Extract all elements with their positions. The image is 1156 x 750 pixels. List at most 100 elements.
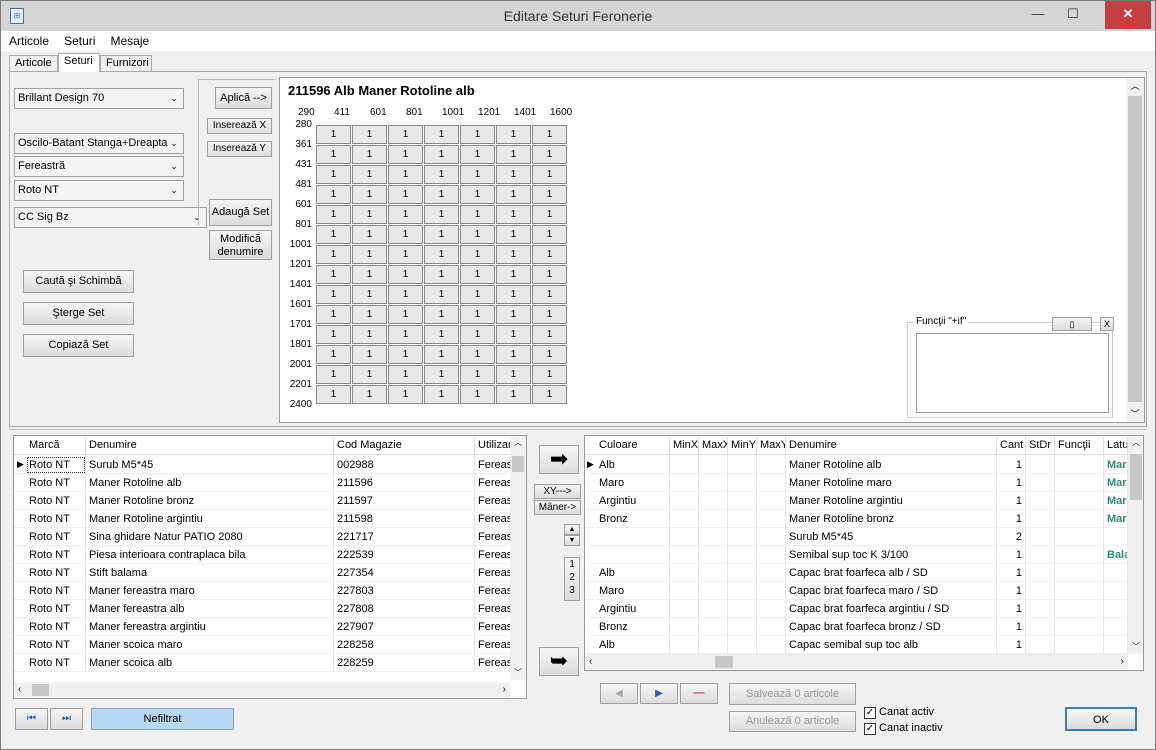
delete-set-button[interactable]: Şterge Set bbox=[23, 302, 134, 325]
grid-cell[interactable]: 1 bbox=[532, 225, 567, 244]
menu-mesaje[interactable]: Mesaje bbox=[105, 31, 156, 51]
scroll-thumb[interactable] bbox=[512, 456, 524, 472]
grid-cell[interactable]: 1 bbox=[460, 285, 495, 304]
canat-inactiv-checkbox[interactable]: ✓ bbox=[864, 723, 876, 735]
grid-cell[interactable]: 1 bbox=[460, 205, 495, 224]
grid-cell[interactable]: 1 bbox=[424, 305, 459, 324]
grid-cell[interactable]: 1 bbox=[532, 145, 567, 164]
col-cod-magazie[interactable]: Cod Magazie bbox=[334, 436, 475, 455]
opening-type-select[interactable]: Oscilo-Batant Stanga+Dreapta ⌄ bbox=[14, 133, 184, 154]
grid-cell[interactable]: 1 bbox=[316, 225, 351, 244]
table-row[interactable]: Argintiu Capac brat foarfeca argintiu / S… bbox=[585, 600, 1143, 618]
grid-cell[interactable]: 1 bbox=[496, 305, 531, 324]
grid-cell[interactable]: 1 bbox=[352, 285, 387, 304]
scroll-thumb[interactable] bbox=[1130, 454, 1142, 500]
grid-cell[interactable]: 1 bbox=[352, 265, 387, 284]
grid-cell[interactable]: 1 bbox=[352, 165, 387, 184]
tab-seturi[interactable]: Seturi bbox=[58, 53, 100, 72]
table-row[interactable]: Argintiu Maner Rotoline argintiu 1 Mar bbox=[585, 492, 1143, 510]
functions-close-button[interactable]: X bbox=[1100, 317, 1114, 331]
insert-y-button[interactable]: Inserează Y bbox=[207, 141, 272, 157]
grid-cell[interactable]: 1 bbox=[496, 345, 531, 364]
grid-cell[interactable]: 1 bbox=[316, 125, 351, 144]
grid-cell[interactable]: 1 bbox=[388, 325, 423, 344]
grid-cell[interactable]: 1 bbox=[424, 245, 459, 264]
grid-cell[interactable]: 1 bbox=[496, 325, 531, 344]
grid-cell[interactable]: 1 bbox=[460, 165, 495, 184]
menu-articole[interactable]: Articole bbox=[3, 31, 55, 51]
grid-cell[interactable]: 1 bbox=[424, 265, 459, 284]
grid-cell[interactable]: 1 bbox=[424, 325, 459, 344]
grid-cell[interactable]: 1 bbox=[532, 345, 567, 364]
copy-set-button[interactable]: Copiază Set bbox=[23, 334, 134, 357]
close-button[interactable]: ✕ bbox=[1105, 1, 1151, 29]
grid-cell[interactable]: 1 bbox=[388, 265, 423, 284]
grid-cell[interactable]: 1 bbox=[316, 145, 351, 164]
table-row[interactable]: Surub M5*45 2 bbox=[585, 528, 1143, 546]
kind-select[interactable]: Fereastră ⌄ bbox=[14, 156, 184, 177]
col-latura[interactable]: Latu bbox=[1104, 436, 1128, 455]
grid-cell[interactable]: 1 bbox=[388, 185, 423, 204]
grid-cell[interactable]: 1 bbox=[316, 365, 351, 384]
insert-bottom-arrow-button[interactable]: ➥ bbox=[539, 647, 579, 676]
grid-cell[interactable]: 1 bbox=[352, 245, 387, 264]
scroll-up-icon[interactable]: ︿ bbox=[1128, 436, 1143, 450]
grid-cell[interactable]: 1 bbox=[388, 345, 423, 364]
scroll-left-icon[interactable]: ‹ bbox=[18, 682, 21, 698]
grid-cell[interactable]: 1 bbox=[532, 205, 567, 224]
grid-cell[interactable]: 1 bbox=[532, 365, 567, 384]
ok-button[interactable]: OK bbox=[1065, 707, 1137, 731]
maner-button[interactable]: Mâner-> bbox=[534, 500, 581, 515]
grid-cell[interactable]: 1 bbox=[532, 125, 567, 144]
grid-cell[interactable]: 1 bbox=[352, 325, 387, 344]
add-article-arrow-button[interactable]: ➡ bbox=[539, 445, 579, 474]
grid-cell[interactable]: 1 bbox=[460, 185, 495, 204]
grid-cell[interactable]: 1 bbox=[496, 205, 531, 224]
move-down-button[interactable]: ▼ bbox=[564, 535, 580, 546]
table-row[interactable]: Maro Capac brat foarfeca maro / SD 1 bbox=[585, 582, 1143, 600]
col-miny[interactable]: MinY bbox=[728, 436, 757, 455]
grid-cell[interactable]: 1 bbox=[388, 385, 423, 404]
canat-activ-checkbox[interactable]: ✓ bbox=[864, 707, 876, 719]
grid-cell[interactable]: 1 bbox=[532, 285, 567, 304]
grid-cell[interactable]: 1 bbox=[424, 285, 459, 304]
insert-x-button[interactable]: Inserează X bbox=[207, 118, 272, 134]
scroll-down-icon[interactable]: ﹀ bbox=[1126, 406, 1144, 422]
col-denumire[interactable]: Denumire bbox=[86, 436, 334, 455]
grid-cell[interactable]: 1 bbox=[352, 345, 387, 364]
grid-cell[interactable]: 1 bbox=[460, 385, 495, 404]
table-row[interactable]: Alb Capac semibal sup toc alb 1 bbox=[585, 636, 1143, 654]
next-button[interactable]: ▶ bbox=[640, 683, 678, 704]
grid-cell[interactable]: 1 bbox=[352, 365, 387, 384]
table-row[interactable]: Roto NT Maner fereastra maro 227803 Fereas bbox=[14, 582, 526, 600]
grid-cell[interactable]: 1 bbox=[532, 385, 567, 404]
modify-name-button[interactable]: Modifică denumire bbox=[209, 230, 272, 260]
set-items-hscroll[interactable]: ‹ › bbox=[585, 654, 1128, 670]
grid-cell[interactable]: 1 bbox=[532, 325, 567, 344]
col-utilizare[interactable]: Utilizar bbox=[475, 436, 511, 455]
grid-cell[interactable]: 1 bbox=[496, 125, 531, 144]
grid-cell[interactable]: 1 bbox=[424, 205, 459, 224]
table-row[interactable]: Semibal sup toc K 3/100 1 Bala bbox=[585, 546, 1143, 564]
grid-cell[interactable]: 1 bbox=[388, 225, 423, 244]
grid-cell[interactable]: 1 bbox=[424, 125, 459, 144]
scroll-up-icon[interactable]: ︿ bbox=[510, 436, 526, 450]
tab-furnizori[interactable]: Furnizori bbox=[100, 55, 152, 72]
scroll-thumb[interactable] bbox=[1128, 96, 1142, 402]
articles-vscroll[interactable]: ︿ ﹀ bbox=[510, 436, 526, 680]
col-maxy[interactable]: MaxY bbox=[757, 436, 786, 455]
grid-cell[interactable]: 1 bbox=[532, 305, 567, 324]
move-up-button[interactable]: ▲ bbox=[564, 524, 580, 535]
grid-cell[interactable]: 1 bbox=[388, 165, 423, 184]
table-row[interactable]: Bronz Maner Rotoline bronz 1 Mar bbox=[585, 510, 1143, 528]
grid-cell[interactable]: 1 bbox=[388, 205, 423, 224]
minimize-button[interactable]: — bbox=[1021, 1, 1055, 29]
functions-expand-button[interactable]: ▯ bbox=[1052, 317, 1092, 331]
grid-cell[interactable]: 1 bbox=[424, 165, 459, 184]
nefiltrat-button[interactable]: Nefiltrat bbox=[91, 708, 234, 730]
grid-scrollbar[interactable]: ︿ ﹀ bbox=[1126, 78, 1144, 422]
grid-cell[interactable]: 1 bbox=[532, 265, 567, 284]
add-set-button[interactable]: Adaugă Set bbox=[209, 199, 272, 226]
table-row[interactable]: Roto NT Piesa interioara contraplaca bila… bbox=[14, 546, 526, 564]
grid-cell[interactable]: 1 bbox=[316, 265, 351, 284]
